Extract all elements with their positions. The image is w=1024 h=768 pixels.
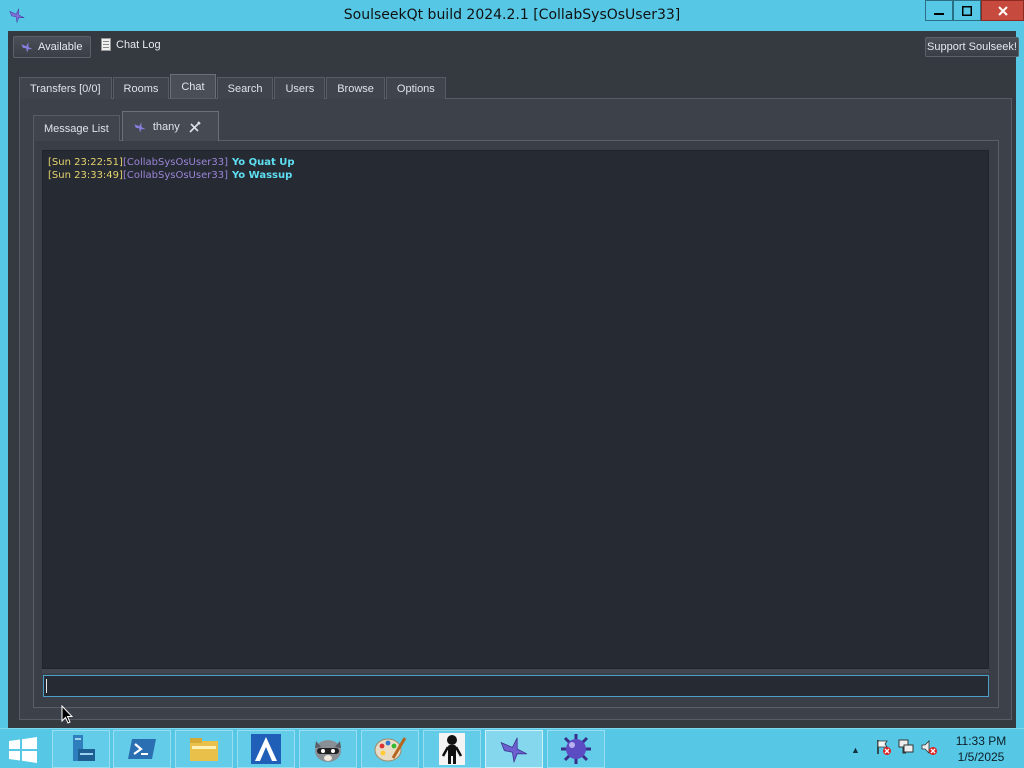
system-clock[interactable]: 11:33 PM 1/5/2025 — [948, 733, 1014, 765]
powershell-icon — [128, 739, 156, 759]
taskbar — [0, 728, 1024, 768]
soulseek-bird-icon — [500, 737, 527, 764]
message-username: CollabSysOsUser33 — [126, 157, 225, 168]
close-button[interactable] — [981, 0, 1024, 21]
message-timestamp: Sun 23:22:51 — [51, 157, 120, 168]
message-timestamp: Sun 23:33:49 — [51, 170, 120, 181]
tab-transfers[interactable]: Transfers [0/0] — [19, 77, 112, 99]
message-text: Yo Quat Up — [231, 157, 295, 168]
tab-search[interactable]: Search — [216, 77, 274, 99]
soulseek-bird-icon — [134, 121, 146, 133]
server-manager-icon — [73, 735, 95, 761]
taskbar-server-manager[interactable] — [52, 730, 110, 768]
chat-splitter[interactable] — [42, 669, 989, 673]
tab-message-list[interactable]: Message List — [33, 115, 120, 141]
tab-rooms[interactable]: Rooms — [112, 77, 170, 99]
mouse-cursor-icon — [61, 705, 73, 724]
close-tab-icon[interactable] — [188, 120, 202, 134]
clock-date: 1/5/2025 — [957, 750, 1005, 764]
chat-tab-bar: Message List thany — [33, 111, 221, 141]
tab-users[interactable]: Users — [274, 77, 326, 99]
taskbar-file-explorer[interactable] — [175, 730, 233, 768]
main-tab-bar: Transfers [0/0] Rooms Chat Search Users … — [19, 74, 447, 99]
chat-message: [Sun 23:22:51][CollabSysOsUser33] Yo Quat… — [48, 157, 295, 168]
raccoon-icon — [315, 740, 341, 762]
status-label: Available — [38, 41, 83, 53]
tab-chat-thany[interactable]: thany — [121, 111, 219, 141]
support-soulseek-button[interactable]: Support Soulseek! — [925, 37, 1019, 57]
notepad-icon — [101, 38, 111, 51]
action-center-flag-icon[interactable] — [874, 738, 892, 756]
network-icon[interactable] — [897, 738, 915, 756]
chat-message: [Sun 23:33:49][CollabSysOsUser33] Yo Wass… — [48, 170, 293, 181]
title-bar: SoulseekQt build 2024.2.1 [CollabSysOsUs… — [0, 0, 1024, 31]
window-border-right — [1016, 31, 1024, 728]
tab-chat[interactable]: Chat — [170, 74, 216, 98]
show-hidden-icons-icon[interactable]: ▲ — [851, 745, 860, 755]
chat-tab-label: thany — [152, 120, 180, 133]
text-caret — [46, 679, 47, 693]
maximize-button[interactable] — [953, 0, 981, 21]
chat-input[interactable] — [43, 675, 989, 697]
minimize-icon — [934, 12, 944, 15]
window-title: SoulseekQt build 2024.2.1 [CollabSysOsUs… — [343, 7, 681, 23]
status-button[interactable]: Available — [13, 36, 91, 58]
paint-palette-icon — [374, 737, 407, 762]
message-username: CollabSysOsUser33 — [126, 170, 225, 181]
clock-time: 11:33 PM — [955, 734, 1007, 748]
volume-muted-icon[interactable] — [920, 738, 938, 756]
taskbar-figure-app[interactable] — [423, 730, 481, 768]
message-text: Yo Wassup — [231, 170, 293, 181]
tab-options[interactable]: Options — [385, 77, 446, 99]
window-border-left — [0, 31, 8, 728]
taskbar-paint[interactable] — [361, 730, 419, 768]
close-icon — [997, 5, 1008, 16]
windows-start-icon[interactable] — [8, 737, 38, 763]
chat-log-label: Chat Log — [116, 38, 161, 51]
maximize-icon — [962, 5, 972, 16]
taskbar-powershell[interactable] — [113, 730, 171, 768]
soulseek-bird-icon — [21, 42, 33, 53]
taskbar-app-a[interactable] — [237, 730, 295, 768]
folder-icon — [190, 738, 218, 761]
mine-icon — [561, 734, 591, 764]
taskbar-soulseek[interactable] — [485, 730, 543, 768]
taskbar-mine-app[interactable] — [547, 730, 605, 768]
minimize-button[interactable] — [925, 0, 953, 21]
a-logo-icon — [251, 734, 281, 764]
chat-log-button[interactable]: Chat Log — [101, 38, 161, 51]
tab-browse[interactable]: Browse — [326, 77, 385, 99]
taskbar-raccoon-app[interactable] — [299, 730, 357, 768]
chat-message-area[interactable]: [Sun 23:22:51][CollabSysOsUser33] Yo Quat… — [42, 150, 989, 669]
stick-figure-icon — [439, 733, 465, 765]
